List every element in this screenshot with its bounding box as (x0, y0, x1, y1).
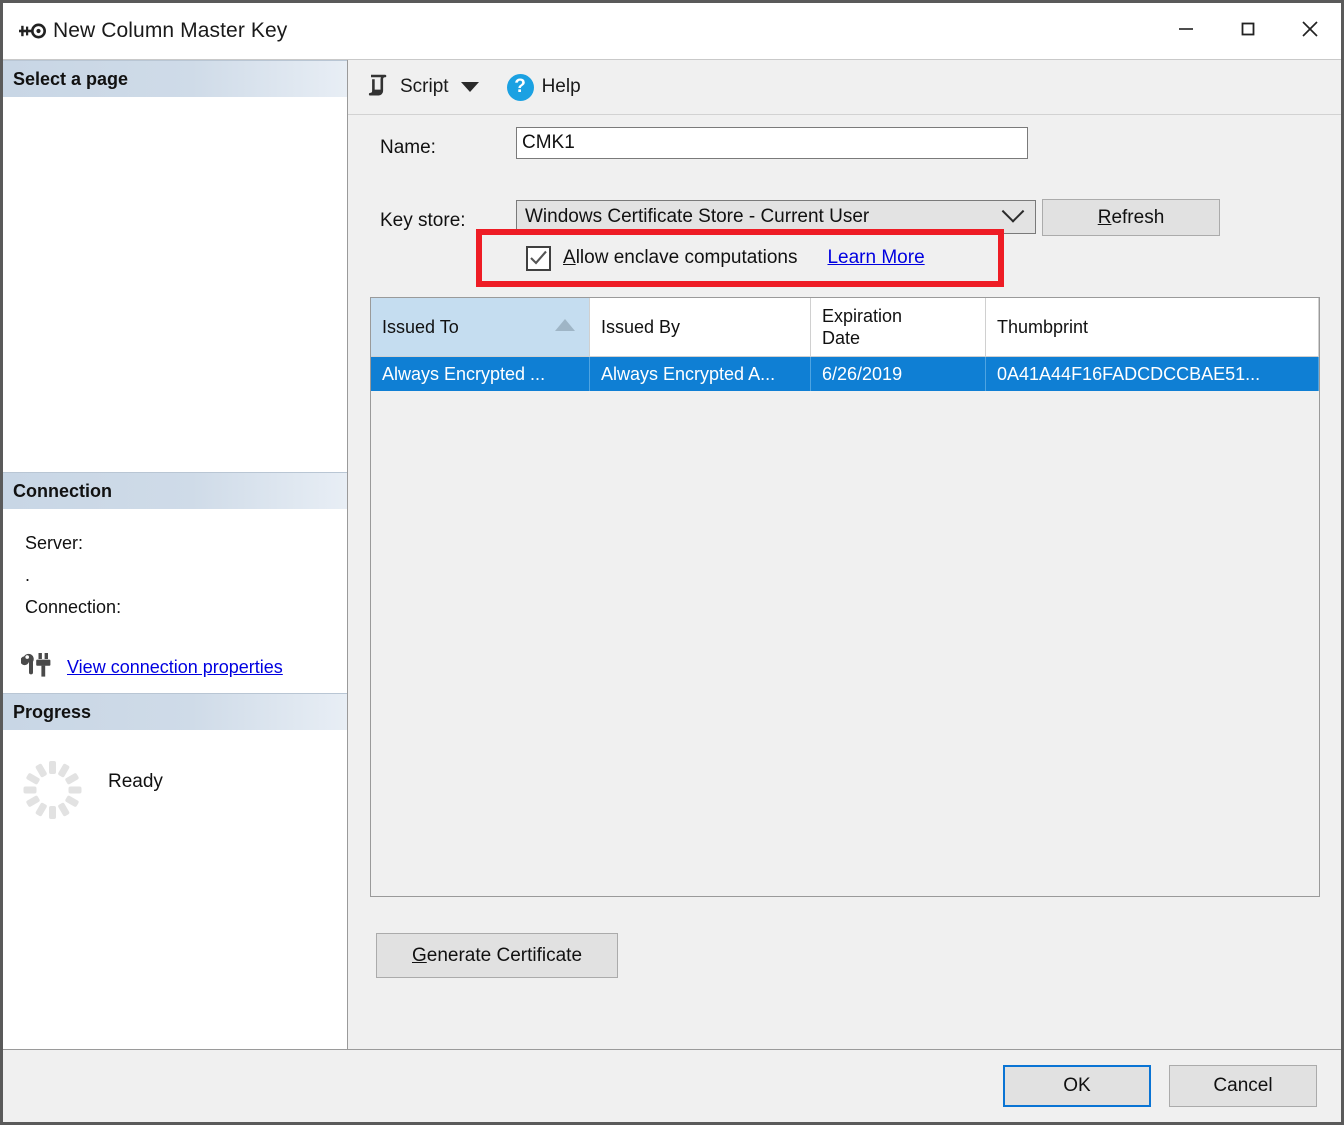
form-area: Name: Key store: Windows Certificate Sto… (348, 115, 1341, 1049)
cell-thumbprint: 0A41A44F16FADCDCCBAE51... (986, 357, 1319, 391)
cell-issued-to: Always Encrypted ... (371, 357, 590, 391)
checkmark-icon (530, 250, 547, 265)
allow-enclave-highlight-box: Allow enclave computations Learn More (476, 229, 1004, 287)
expiration-line2: Date (822, 328, 861, 348)
ok-button[interactable]: OK (1003, 1065, 1151, 1107)
column-header-thumbprint-label: Thumbprint (997, 316, 1089, 337)
toolbar: Script ? Help (348, 60, 1341, 115)
generate-certificate-button[interactable]: Generate Certificate (376, 933, 618, 978)
window-controls (1155, 3, 1341, 55)
select-a-page-header: Select a page (3, 60, 347, 98)
refresh-button[interactable]: Refresh (1042, 199, 1220, 236)
dialog-body: Select a page Connection Server: . Conne… (3, 59, 1341, 1049)
learn-more-link[interactable]: Learn More (827, 247, 924, 269)
maximize-button[interactable] (1217, 3, 1279, 55)
chevron-down-icon[interactable] (460, 82, 479, 92)
spinner-segment (64, 772, 80, 786)
script-label: Script (400, 76, 449, 97)
view-connection-properties-link[interactable]: View connection properties (67, 657, 283, 678)
spinner-segment (34, 802, 48, 817)
name-input[interactable] (516, 127, 1028, 159)
table-row[interactable]: Always Encrypted ... Always Encrypted A.… (371, 357, 1319, 391)
generate-accel: G (411, 944, 427, 966)
cell-expiration-date: 6/26/2019 (811, 357, 986, 391)
column-header-issued-by-label: Issued By (601, 316, 681, 337)
refresh-accel: R (1097, 206, 1112, 228)
sidebar: Select a page Connection Server: . Conne… (3, 60, 348, 1049)
allow-enclave-label-rest: llow enclave computations (575, 247, 798, 268)
minimize-button[interactable] (1155, 3, 1217, 55)
spinner-segment (34, 763, 48, 778)
allow-enclave-checkbox[interactable] (526, 245, 551, 271)
script-icon (366, 72, 392, 103)
page-list[interactable] (3, 98, 347, 472)
spinner-segment (49, 806, 56, 819)
column-header-thumbprint[interactable]: Thumbprint (986, 298, 1319, 356)
progress-section: Ready (3, 731, 347, 957)
connection-label: Connection: (25, 597, 122, 617)
connection-properties-icon (20, 652, 53, 683)
help-label: Help (541, 76, 581, 97)
grid-header-row: Issued To Issued By Expiration Date Thumb… (371, 298, 1319, 357)
title-bar: New Column Master Key (3, 3, 1341, 59)
sidebar-filler (3, 957, 347, 1049)
refresh-label-rest: efresh (1111, 206, 1165, 228)
column-header-expiration-date[interactable]: Expiration Date (811, 298, 986, 356)
connection-section: Server: . Connection: View connection pr… (3, 510, 347, 693)
column-header-issued-to-label: Issued To (382, 316, 459, 337)
cancel-button[interactable]: Cancel (1169, 1065, 1317, 1107)
cell-issued-by: Always Encrypted A... (590, 357, 811, 391)
connection-header: Connection (3, 472, 347, 510)
script-button[interactable]: Script (360, 67, 485, 107)
key-store-value: Windows Certificate Store - Current User (525, 206, 870, 227)
spinner-segment (25, 772, 41, 786)
column-header-issued-by[interactable]: Issued By (590, 298, 811, 356)
new-column-master-key-dialog: New Column Master Key Select a page Conn… (0, 0, 1344, 1125)
sort-ascending-icon (555, 319, 575, 331)
spinner-segment (23, 786, 37, 794)
allow-enclave-accel: A (563, 247, 576, 268)
generate-label-rest: enerate Certificate (426, 944, 583, 966)
spinner-segment (64, 794, 80, 808)
help-icon: ? (506, 73, 534, 101)
progress-status: Ready (108, 771, 163, 792)
server-label: Server: (25, 533, 84, 553)
dialog-footer: OK Cancel (3, 1049, 1341, 1122)
help-button[interactable]: ? Help (485, 67, 587, 107)
grid-empty-area (371, 391, 1319, 896)
expiration-line1: Expiration (822, 306, 903, 326)
server-value: . (25, 565, 31, 585)
progress-spinner-icon (21, 759, 83, 821)
view-connection-properties-row[interactable]: View connection properties (3, 652, 347, 683)
spinner-segment (49, 761, 56, 774)
chevron-down-icon (1001, 200, 1025, 223)
name-label: Name: (380, 137, 436, 158)
spinner-segment (68, 786, 82, 794)
progress-header: Progress (3, 693, 347, 731)
key-icon (17, 20, 47, 42)
close-button[interactable] (1279, 3, 1341, 55)
key-store-label: Key store: (380, 210, 466, 231)
spinner-segment (57, 802, 71, 817)
window-title: New Column Master Key (53, 19, 288, 42)
certificates-grid[interactable]: Issued To Issued By Expiration Date Thumb… (370, 297, 1320, 897)
column-header-expiration-date-label: Expiration Date (822, 305, 902, 349)
column-header-issued-to[interactable]: Issued To (371, 298, 590, 356)
right-pane: Script ? Help Name: Key store: Windows C… (348, 60, 1341, 1049)
allow-enclave-label: Allow enclave computations (563, 247, 797, 269)
